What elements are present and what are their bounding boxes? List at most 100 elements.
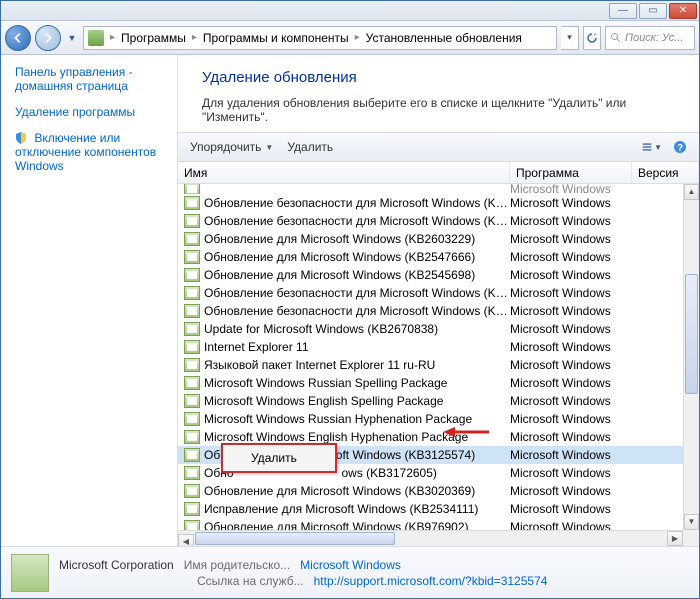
- update-icon: [184, 232, 200, 246]
- column-name[interactable]: Имя: [178, 162, 510, 183]
- breadcrumb-item[interactable]: Установленные обновления: [366, 31, 522, 45]
- scroll-down-button[interactable]: ▼: [684, 514, 699, 530]
- shield-icon: [14, 131, 28, 145]
- row-program: Microsoft Windows: [510, 214, 632, 228]
- list-item[interactable]: Microsoft Windows Russian Spelling Packa…: [178, 374, 683, 392]
- list-item[interactable]: Microsoft Windows: [178, 184, 683, 194]
- row-name: Обновление для Microsoft Windows (KB2547…: [204, 250, 510, 264]
- list-area: Microsoft WindowsОбновление безопасности…: [178, 184, 699, 546]
- row-program: Microsoft Windows: [510, 376, 632, 390]
- list-item[interactable]: Update for Microsoft Windows (KB2670838)…: [178, 320, 683, 338]
- support-link-label: Ссылка на служб...: [197, 574, 304, 588]
- row-name: Microsoft Windows Russian Spelling Packa…: [204, 376, 510, 390]
- list-item[interactable]: Обновление для Microsoft Windows (KB2603…: [178, 230, 683, 248]
- update-icon: [184, 214, 200, 228]
- list-item[interactable]: Обновление для Microsoft Windows (KB2545…: [178, 266, 683, 284]
- breadcrumb-item[interactable]: Программы: [121, 31, 186, 45]
- list-item[interactable]: Обновление безопасности для Microsoft Wi…: [178, 284, 683, 302]
- context-menu: Удалить: [221, 443, 337, 473]
- update-icon: [184, 412, 200, 426]
- list-item[interactable]: Исправление для Microsoft Windows (KB253…: [178, 500, 683, 518]
- scroll-left-button[interactable]: ◀: [178, 534, 194, 546]
- refresh-icon: [586, 32, 598, 44]
- organize-button[interactable]: Упорядочить▼: [186, 138, 277, 156]
- row-program: Microsoft Windows: [510, 520, 632, 530]
- context-menu-uninstall[interactable]: Удалить: [225, 448, 333, 468]
- row-name: Microsoft Windows Russian Hyphenation Pa…: [204, 412, 510, 426]
- breadcrumb-dropdown[interactable]: ▾: [561, 26, 579, 50]
- chevron-right-icon: ▸: [355, 32, 360, 43]
- list-item[interactable]: Microsoft Windows English Spelling Packa…: [178, 392, 683, 410]
- horizontal-scrollbar[interactable]: ◀ ▶: [178, 530, 683, 546]
- row-program: Microsoft Windows: [510, 412, 632, 426]
- scroll-right-button[interactable]: ▶: [667, 531, 683, 546]
- refresh-button[interactable]: [583, 26, 601, 50]
- row-program: Microsoft Windows: [510, 466, 632, 480]
- list-item[interactable]: Microsoft Windows Russian Hyphenation Pa…: [178, 410, 683, 428]
- vertical-scrollbar[interactable]: ▲ ▼: [683, 184, 699, 530]
- history-dropdown[interactable]: ▼: [65, 28, 79, 48]
- row-program: Microsoft Windows: [510, 268, 632, 282]
- vendor-name: Microsoft Corporation: [59, 558, 174, 572]
- help-button[interactable]: ?: [669, 137, 691, 157]
- column-program[interactable]: Программа: [510, 162, 632, 183]
- column-version[interactable]: Версия: [632, 162, 699, 183]
- row-name: Обновление безопасности для Microsoft Wi…: [204, 286, 510, 300]
- row-program: Microsoft Windows: [510, 340, 632, 354]
- row-name: Языковой пакет Internet Explorer 11 ru-R…: [204, 358, 510, 372]
- row-name: Обновление безопасности для Microsoft Wi…: [204, 304, 510, 318]
- support-link[interactable]: http://support.microsoft.com/?kbid=31255…: [314, 574, 548, 588]
- navbar: ▼ ▸ Программы ▸ Программы и компоненты ▸…: [1, 21, 699, 55]
- update-icon: [184, 322, 200, 336]
- back-button[interactable]: [5, 25, 31, 51]
- sidebar-link-home[interactable]: Панель управления - домашняя страница: [15, 65, 168, 93]
- control-panel-icon: [88, 30, 104, 46]
- list-item[interactable]: Обновление безопасности для Microsoft Wi…: [178, 302, 683, 320]
- sidebar: Панель управления - домашняя страница Уд…: [1, 55, 177, 546]
- list-item[interactable]: Обновление безопасности для Microsoft Wi…: [178, 194, 683, 212]
- list-item[interactable]: Обновление для Microsoft Windows (KB9769…: [178, 518, 683, 530]
- list-header: Имя Программа Версия: [178, 162, 699, 184]
- row-name: Обновление для Microsoft Windows (KB2545…: [204, 268, 510, 282]
- update-list[interactable]: Microsoft WindowsОбновление безопасности…: [178, 184, 683, 530]
- close-button[interactable]: ✕: [669, 3, 697, 19]
- forward-button[interactable]: [35, 25, 61, 51]
- titlebar: — ▭ ✕: [1, 1, 699, 21]
- uninstall-button[interactable]: Удалить: [283, 138, 337, 156]
- scroll-thumb[interactable]: [685, 274, 698, 394]
- svg-text:?: ?: [677, 143, 683, 154]
- list-item[interactable]: Обновление для Microsoft Windows (KB3020…: [178, 482, 683, 500]
- maximize-button[interactable]: ▭: [639, 3, 667, 19]
- update-icon: [184, 484, 200, 498]
- scroll-thumb-h[interactable]: [195, 532, 395, 545]
- update-icon: [184, 448, 200, 462]
- sidebar-link-uninstall[interactable]: Удаление программы: [15, 105, 168, 119]
- row-name: Исправление для Microsoft Windows (KB253…: [204, 502, 510, 516]
- list-item[interactable]: Обновление безопасности для Microsoft Wi…: [178, 212, 683, 230]
- search-input[interactable]: Поиск: Ус...: [605, 26, 695, 50]
- row-name: Internet Explorer 11: [204, 340, 510, 354]
- parent-link[interactable]: Microsoft Windows: [300, 558, 401, 572]
- minimize-button[interactable]: —: [609, 3, 637, 19]
- update-icon: [184, 340, 200, 354]
- row-name: Update for Microsoft Windows (KB2670838): [204, 322, 510, 336]
- row-name: Обновление безопасности для Microsoft Wi…: [204, 196, 510, 210]
- row-program: Microsoft Windows: [510, 250, 632, 264]
- row-name: Обновление для Microsoft Windows (KB9769…: [204, 520, 510, 530]
- update-icon: [184, 358, 200, 372]
- breadcrumb-item[interactable]: Программы и компоненты: [203, 31, 349, 45]
- parent-label: Имя родительско...: [184, 558, 290, 572]
- scroll-up-button[interactable]: ▲: [684, 184, 699, 200]
- breadcrumb[interactable]: ▸ Программы ▸ Программы и компоненты ▸ У…: [83, 26, 557, 50]
- row-name: Microsoft Windows English Spelling Packa…: [204, 394, 510, 408]
- update-icon: [184, 466, 200, 480]
- help-icon: ?: [673, 140, 687, 154]
- row-program: Microsoft Windows: [510, 232, 632, 246]
- list-item[interactable]: Internet Explorer 11Microsoft Windows: [178, 338, 683, 356]
- row-program: Microsoft Windows: [510, 394, 632, 408]
- view-icon: [642, 140, 652, 154]
- list-item[interactable]: Обновление для Microsoft Windows (KB2547…: [178, 248, 683, 266]
- list-item[interactable]: Языковой пакет Internet Explorer 11 ru-R…: [178, 356, 683, 374]
- view-button[interactable]: ▼: [641, 137, 663, 157]
- sidebar-link-features[interactable]: Включение или отключение компонентов Win…: [15, 131, 168, 173]
